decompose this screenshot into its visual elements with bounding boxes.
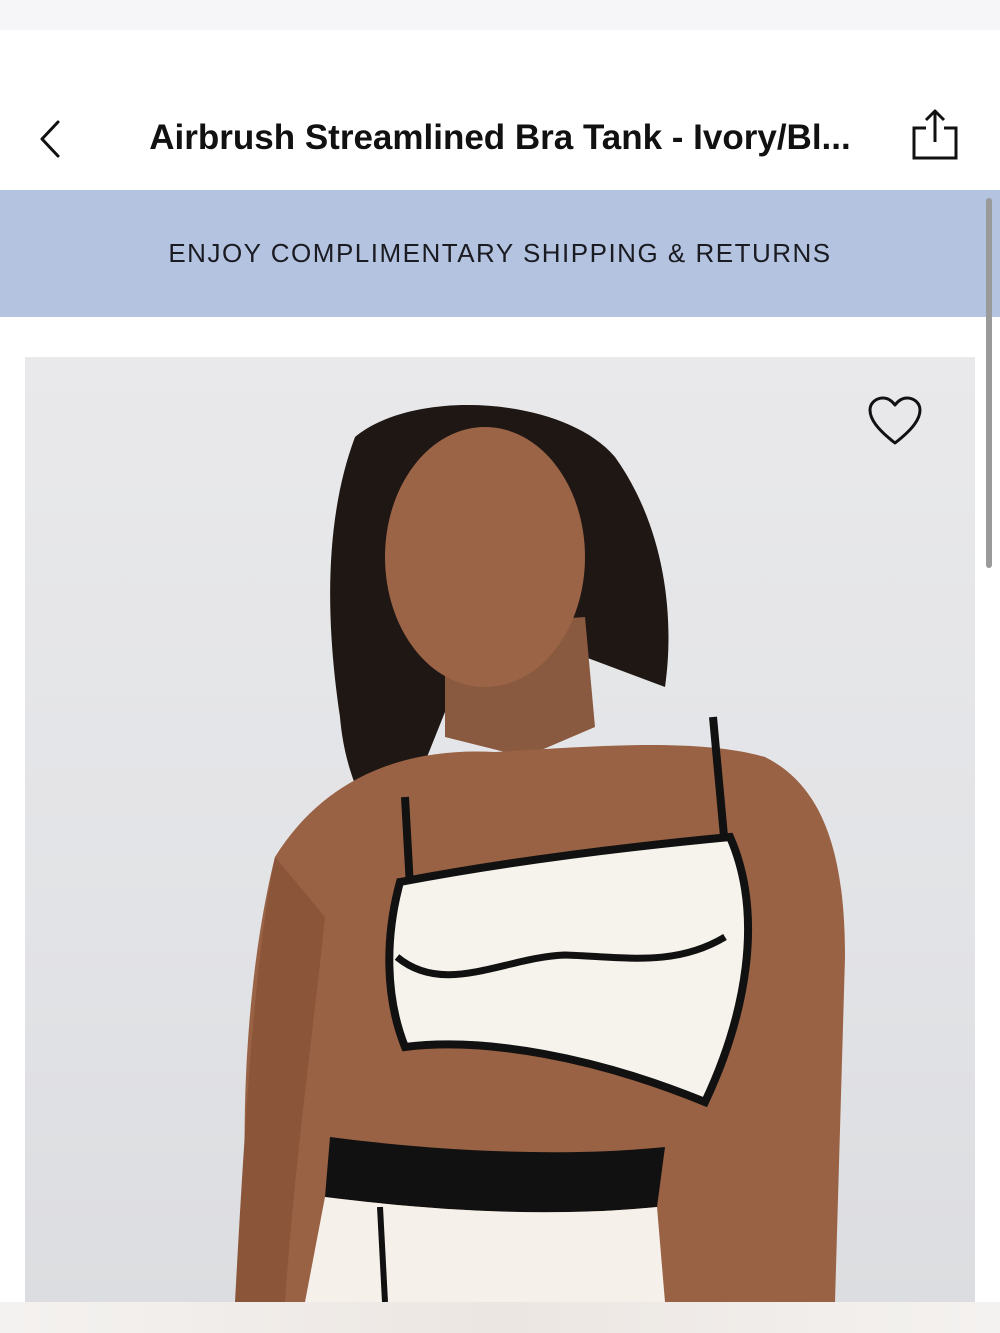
promo-banner[interactable]: ENJOY COMPLIMENTARY SHIPPING & RETURNS — [0, 190, 1000, 317]
share-button[interactable] — [906, 104, 964, 166]
app-header: Airbrush Streamlined Bra Tank - Ivory/Bl… — [0, 30, 1000, 190]
status-bar — [0, 0, 1000, 30]
page-title: Airbrush Streamlined Bra Tank - Ivory/Bl… — [149, 118, 851, 157]
scrollbar[interactable] — [986, 198, 992, 568]
wishlist-button[interactable] — [866, 393, 924, 449]
back-button[interactable] — [28, 115, 72, 163]
product-image[interactable] — [25, 357, 975, 1302]
promo-banner-text: ENJOY COMPLIMENTARY SHIPPING & RETURNS — [168, 238, 832, 268]
share-icon — [912, 109, 958, 160]
product-photo — [235, 404, 845, 1302]
heart-icon — [868, 396, 922, 445]
bottom-toolbar — [0, 1302, 1000, 1333]
chevron-left-icon — [40, 120, 60, 158]
